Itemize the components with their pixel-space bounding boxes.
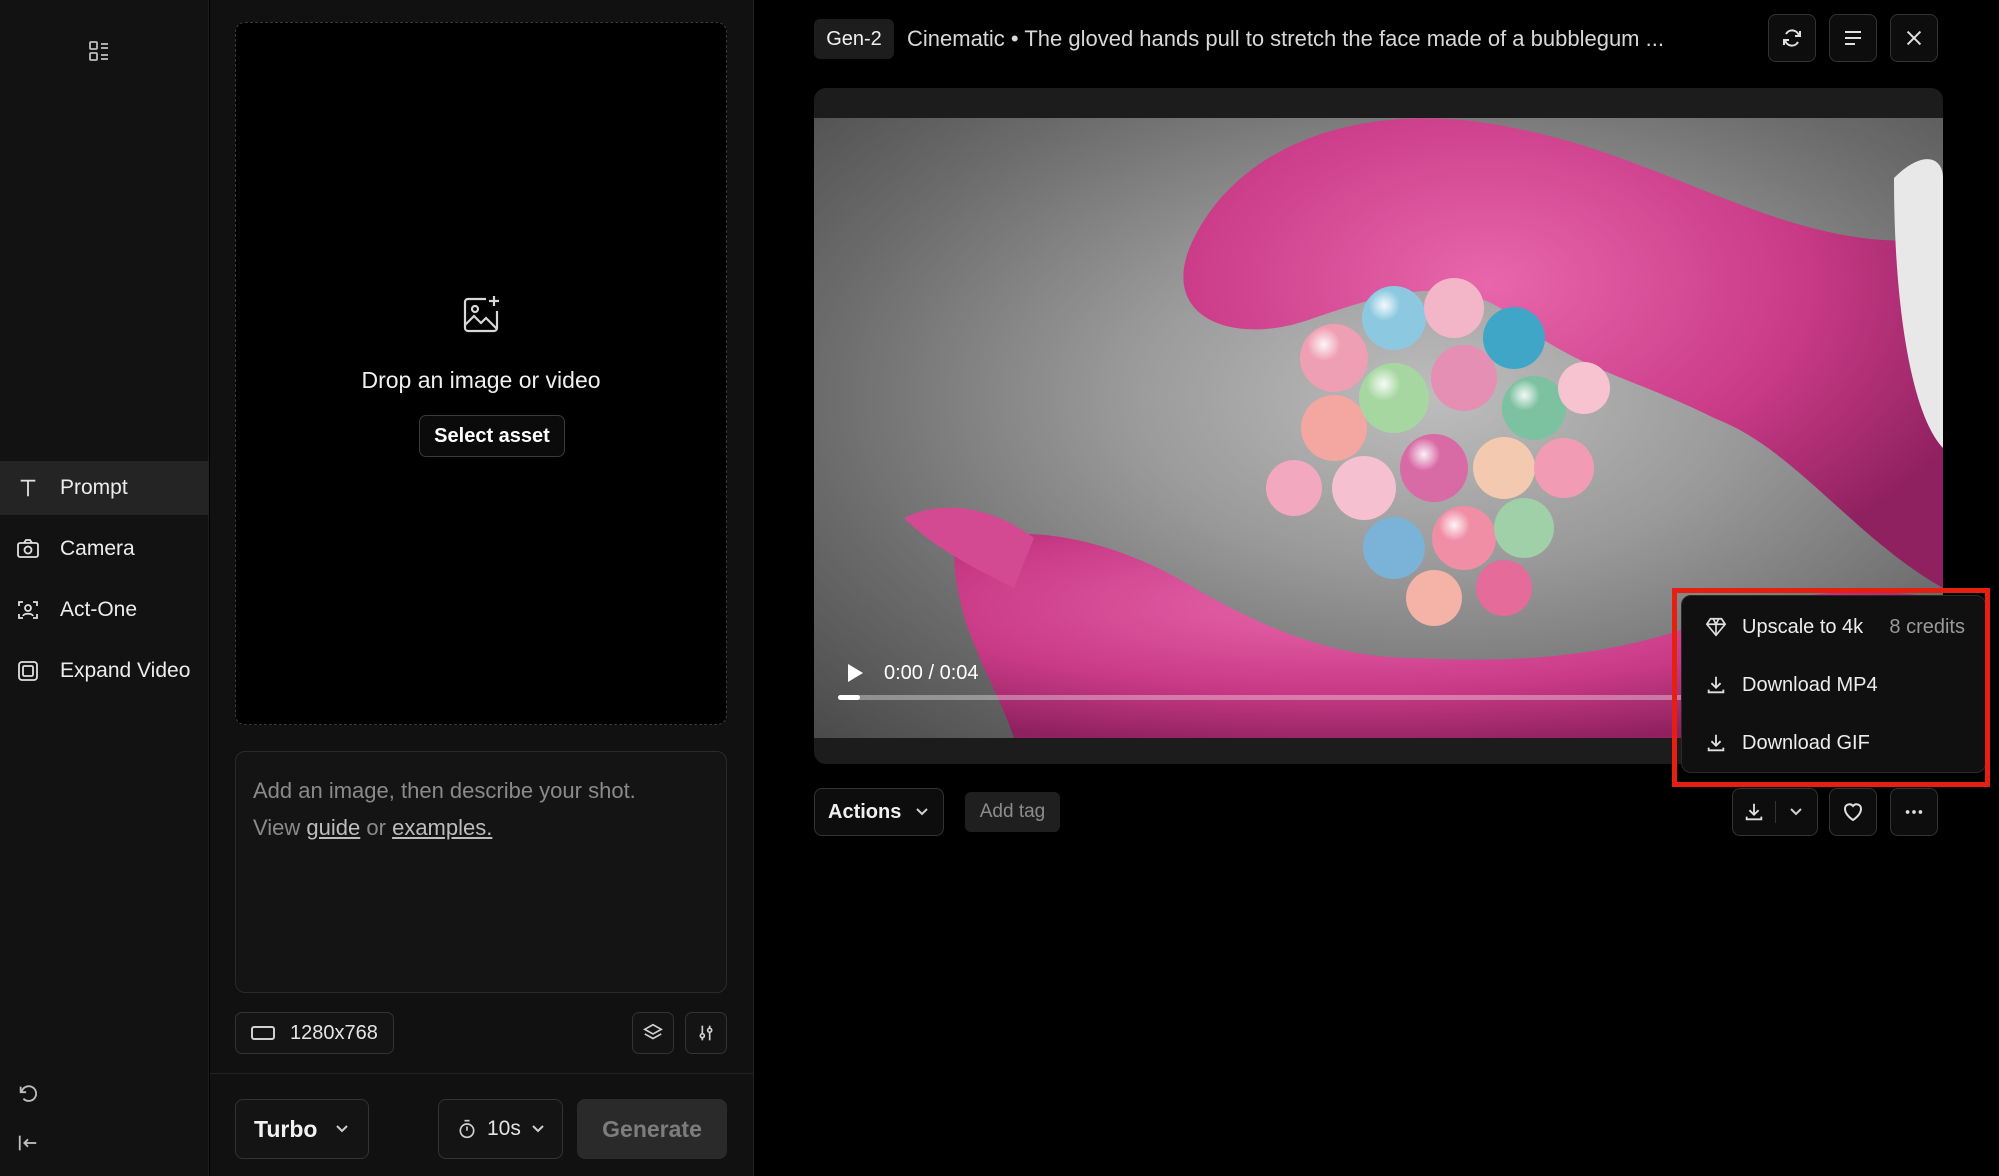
sidebar-item-label: Camera	[60, 537, 135, 560]
sidebar-item-act-one[interactable]: Act-One	[0, 583, 209, 637]
download-icon[interactable]	[1733, 789, 1775, 835]
play-icon[interactable]	[842, 661, 866, 685]
more-options-button[interactable]	[1890, 788, 1938, 836]
generation-title: Cinematic • The gloved hands pull to str…	[907, 26, 1664, 51]
drop-instructions: Drop an image or video	[361, 367, 601, 393]
duration-select[interactable]: 10s	[438, 1099, 563, 1159]
select-asset-button[interactable]: Select asset	[419, 415, 565, 457]
resolution-button[interactable]: 1280x768	[235, 1012, 394, 1054]
close-icon	[1903, 27, 1925, 49]
highlight-box	[1672, 588, 1990, 787]
chevron-down-icon[interactable]	[1775, 789, 1817, 835]
or-text: or	[366, 815, 386, 840]
aspect-ratio-icon	[250, 1024, 276, 1042]
chevron-down-icon	[335, 1124, 349, 1134]
sidebar-item-prompt[interactable]: Prompt	[0, 461, 209, 515]
layers-icon	[642, 1022, 664, 1044]
details-button[interactable]	[1829, 14, 1877, 62]
heart-icon	[1841, 800, 1865, 824]
guide-link[interactable]: guide	[306, 815, 360, 840]
duration-value: 10s	[487, 1117, 521, 1140]
actions-label: Actions	[828, 800, 902, 823]
actions-button[interactable]: Actions	[814, 788, 944, 836]
progress-fill	[838, 695, 860, 700]
expand-icon	[14, 657, 42, 685]
chevron-down-icon	[915, 807, 929, 817]
layers-button[interactable]	[632, 1012, 674, 1054]
model-badge: Gen-2	[814, 19, 894, 59]
face-scan-icon	[14, 596, 42, 624]
prompt-input[interactable]: Add an image, then describe your shot. V…	[235, 751, 727, 993]
asset-dropzone[interactable]: Drop an image or video Select asset	[235, 22, 727, 725]
panel-divider	[210, 1073, 754, 1074]
sliders-icon	[695, 1022, 717, 1044]
left-sidebar: Prompt Camera Act-One Expand Video	[0, 0, 209, 1176]
close-button[interactable]	[1890, 14, 1938, 62]
add-tag-button[interactable]: Add tag	[965, 792, 1060, 832]
examples-link[interactable]: examples.	[392, 815, 492, 840]
menu-lines-icon	[1841, 26, 1865, 50]
view-text: View	[253, 815, 301, 840]
prompt-placeholder: Add an image, then describe your shot.	[253, 778, 636, 803]
generation-panel: Drop an image or video Select asset Add …	[210, 0, 754, 1176]
playback-time: 0:00 / 0:04	[884, 662, 979, 684]
sidebar-item-label: Expand Video	[60, 659, 191, 682]
timer-icon	[457, 1119, 477, 1139]
settings-button[interactable]	[685, 1012, 727, 1054]
camera-icon	[14, 535, 42, 563]
undo-icon[interactable]	[14, 1080, 42, 1108]
resolution-value: 1280x768	[290, 1021, 378, 1044]
model-value: Turbo	[254, 1115, 318, 1142]
more-icon	[1903, 801, 1925, 823]
favorite-button[interactable]	[1829, 788, 1877, 836]
collapse-sidebar-icon[interactable]	[14, 1129, 42, 1157]
layout-grid-icon[interactable]	[84, 36, 114, 66]
sidebar-item-label: Act-One	[60, 598, 138, 621]
prompt-help: View guide or examples.	[253, 809, 709, 846]
text-icon	[14, 474, 42, 502]
download-split-button[interactable]	[1732, 788, 1818, 836]
generate-button[interactable]: Generate	[577, 1099, 727, 1159]
chevron-down-icon	[531, 1124, 545, 1134]
sidebar-item-expand-video[interactable]: Expand Video	[0, 644, 209, 698]
refresh-icon	[1780, 26, 1804, 50]
add-image-icon	[460, 293, 504, 337]
refresh-button[interactable]	[1768, 14, 1816, 62]
sidebar-item-label: Prompt	[60, 476, 128, 499]
sidebar-item-camera[interactable]: Camera	[0, 522, 209, 576]
model-select[interactable]: Turbo	[235, 1099, 369, 1159]
